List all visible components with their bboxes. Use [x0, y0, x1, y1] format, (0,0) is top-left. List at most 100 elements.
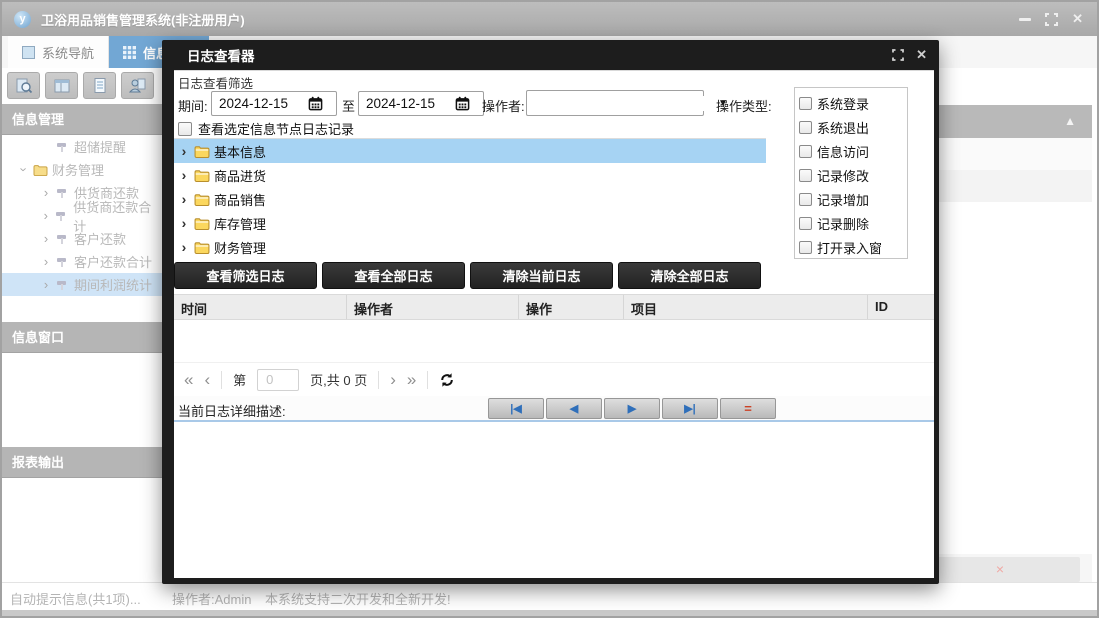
checkbox-icon[interactable] [799, 120, 812, 134]
checkbox-icon[interactable] [799, 144, 812, 158]
user-doc-icon [128, 78, 145, 93]
maximize-icon [892, 49, 904, 61]
calendar-icon[interactable] [308, 96, 323, 111]
chevron-right-icon[interactable]: › [38, 254, 54, 269]
type-option-logout[interactable]: 系统退出 [799, 115, 907, 139]
chevron-right-icon[interactable]: › [38, 185, 54, 200]
last-page-button[interactable]: » [407, 371, 416, 388]
column-time[interactable]: 时间 [174, 295, 347, 319]
log-action-buttons: 查看筛选日志 查看全部日志 清除当前日志 清除全部日志 [174, 262, 761, 289]
sidebar-item-supplier-repay-total[interactable]: › 供货商还款合计 [2, 200, 162, 234]
detail-text-area[interactable] [174, 424, 934, 578]
section-info-window[interactable]: 信息窗口 [2, 322, 162, 353]
date-from-input[interactable] [212, 96, 308, 111]
section-info-management[interactable]: 信息管理 [2, 104, 162, 135]
tree-item-finance[interactable]: › 财务管理 [174, 235, 766, 259]
type-option-modify[interactable]: 记录修改 [799, 163, 907, 187]
page-number-input[interactable] [257, 368, 300, 391]
refresh-button[interactable] [439, 372, 455, 388]
divider [378, 370, 380, 389]
type-option-login[interactable]: 系统登录 [799, 91, 907, 115]
view-filtered-logs-button[interactable]: 查看筛选日志 [174, 262, 317, 289]
checkbox-icon[interactable] [799, 96, 812, 110]
folder-icon [194, 193, 210, 206]
record-first-button[interactable]: |◀ [488, 398, 544, 419]
section-report-output[interactable]: 报表输出 [2, 447, 162, 478]
operation-type-label: 操作类型: [716, 99, 772, 114]
checkbox-icon[interactable] [799, 192, 812, 206]
document-button[interactable] [83, 72, 116, 99]
tree-item-basic-info[interactable]: › 基本信息 [174, 139, 766, 163]
first-page-button[interactable]: « [184, 371, 193, 388]
chevron-right-icon[interactable]: › [174, 239, 194, 255]
chevron-right-icon[interactable]: › [174, 167, 194, 183]
column-item[interactable]: 项目 [624, 295, 868, 319]
dialog-maximize-button[interactable] [892, 49, 904, 61]
cancel-button[interactable]: × [920, 557, 1080, 582]
refresh-icon [441, 372, 454, 387]
prev-page-button[interactable]: ‹ [204, 371, 210, 388]
tool-icon [54, 210, 70, 222]
restore-button[interactable] [1045, 12, 1059, 26]
view-all-logs-button[interactable]: 查看全部日志 [322, 262, 465, 289]
title-bar: y 卫浴用品销售管理系统(非注册用户) ✕ [2, 2, 1097, 36]
operator-log-button[interactable] [121, 72, 154, 99]
operator-input[interactable] [527, 95, 710, 111]
divider [221, 370, 223, 389]
record-remove-button[interactable]: = [720, 398, 776, 419]
type-option-open-entry[interactable]: 打开录入窗 [799, 235, 907, 258]
column-operator[interactable]: 操作者 [347, 295, 519, 319]
clear-current-logs-button[interactable]: 清除当前日志 [470, 262, 613, 289]
checkbox-icon[interactable] [799, 216, 812, 230]
collapse-up-icon[interactable]: ▲ [1064, 114, 1076, 128]
dialog-title: 日志查看器 [187, 49, 255, 64]
node-log-checkbox-row[interactable]: 查看选定信息节点日志记录 [178, 119, 354, 138]
folder-icon [194, 169, 210, 182]
dialog-close-button[interactable]: ✕ [916, 47, 927, 63]
chevron-right-icon[interactable]: › [38, 208, 54, 223]
sidebar-item-finance[interactable]: › 财务管理 [2, 158, 162, 181]
panel-view-button[interactable] [45, 72, 78, 99]
tree-item-label: 基本信息 [214, 144, 267, 160]
chevron-right-icon[interactable]: › [174, 143, 194, 159]
checkbox-icon[interactable] [799, 240, 812, 254]
clear-all-logs-button[interactable]: 清除全部日志 [618, 262, 761, 289]
tool-icon [54, 141, 70, 153]
chevron-right-icon[interactable]: › [174, 191, 194, 207]
chevron-right-icon[interactable]: › [174, 215, 194, 231]
chevron-right-icon[interactable]: › [38, 277, 54, 292]
chevron-right-icon[interactable]: › [38, 231, 54, 246]
sidebar-item-period-profit[interactable]: › 期间利润统计 [2, 273, 162, 296]
chevron-down-icon[interactable]: › [16, 162, 32, 177]
dialog-titlebar[interactable]: 日志查看器 ✕ [162, 40, 939, 70]
search-records-button[interactable] [7, 72, 40, 99]
minimize-button[interactable] [1019, 17, 1032, 21]
type-option-label: 信息访问 [817, 144, 870, 160]
checkbox-icon[interactable] [799, 168, 812, 182]
sidebar-item-customer-repay-total[interactable]: › 客户还款合计 [2, 250, 162, 273]
tree-item-inventory[interactable]: › 库存管理 [174, 211, 766, 235]
calendar-icon[interactable] [455, 96, 470, 111]
record-last-button[interactable]: ▶| [662, 398, 718, 419]
date-to-input[interactable] [359, 96, 455, 111]
type-option-delete[interactable]: 记录删除 [799, 211, 907, 235]
next-page-button[interactable]: › [390, 371, 396, 388]
filter-group-divider [174, 70, 934, 71]
column-operation[interactable]: 操作 [519, 295, 624, 319]
checkbox-icon[interactable] [178, 121, 192, 136]
type-option-access[interactable]: 信息访问 [799, 139, 907, 163]
folder-icon [194, 241, 210, 254]
tree-item-sales[interactable]: › 商品销售 [174, 187, 766, 211]
operator-combobox[interactable]: ▼ [526, 90, 728, 116]
type-option-add[interactable]: 记录增加 [799, 187, 907, 211]
sidebar-item-label: 超储提醒 [74, 140, 127, 155]
tab-system-nav[interactable]: 系统导航 [8, 36, 110, 68]
date-to-field[interactable] [358, 91, 484, 116]
record-prev-button[interactable]: ◀ [546, 398, 602, 419]
date-from-field[interactable] [211, 91, 337, 116]
sidebar-item-overstock[interactable]: 超储提醒 [2, 135, 162, 158]
close-button[interactable]: ✕ [1072, 11, 1083, 27]
record-next-button[interactable]: ▶ [604, 398, 660, 419]
column-id[interactable]: ID [868, 295, 934, 319]
tree-item-purchase[interactable]: › 商品进货 [174, 163, 766, 187]
